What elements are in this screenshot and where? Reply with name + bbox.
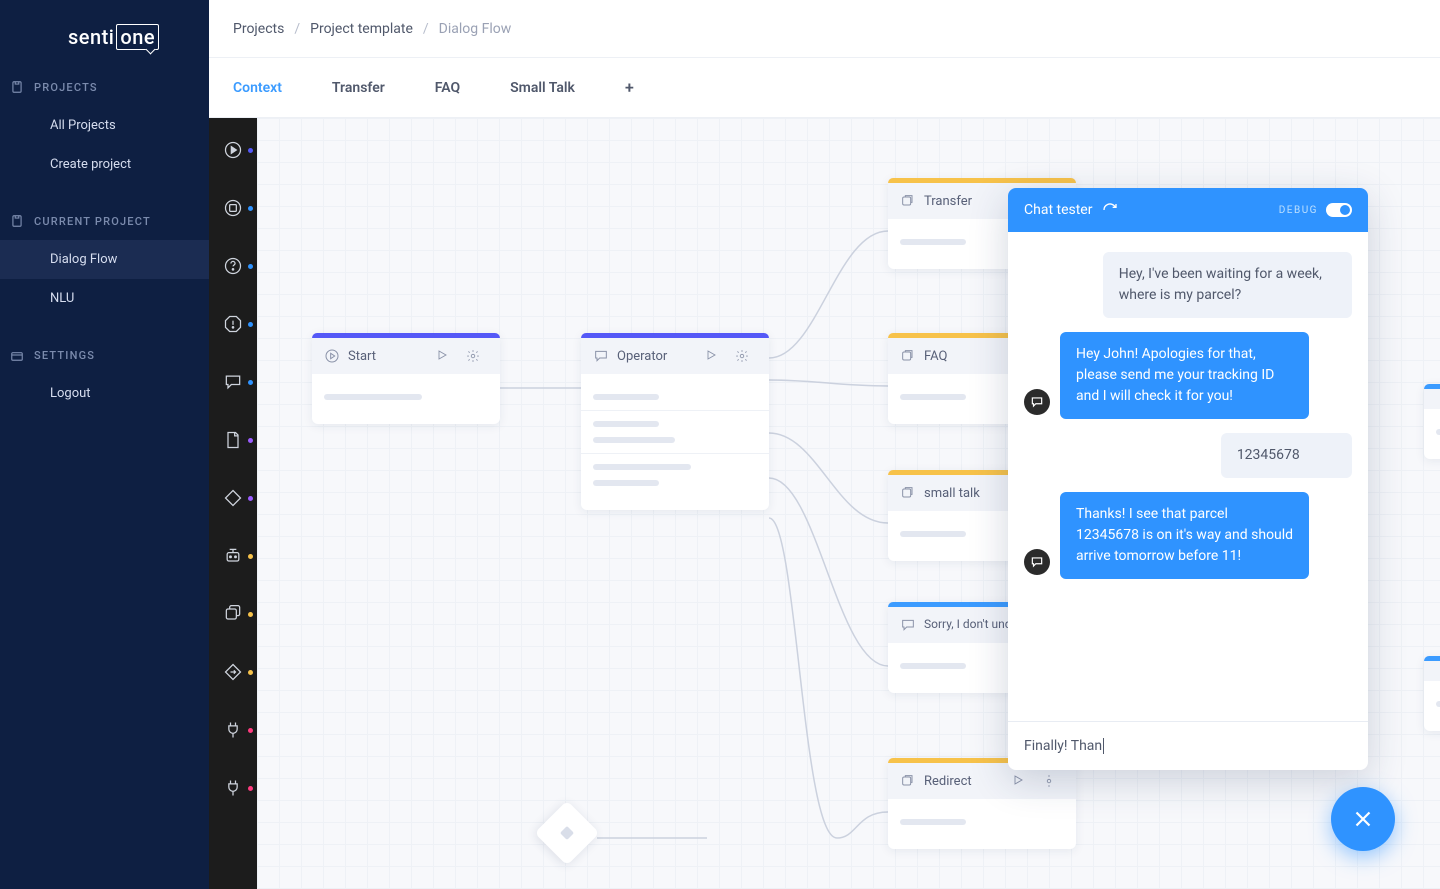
sidebar: sentione PROJECTS All Projects Create pr… [0,0,209,889]
stack-icon [900,485,916,501]
chat-msg-user: 12345678 [1221,433,1352,478]
node-title: Operator [617,349,705,364]
chat-msg-user: Hey, I've been waiting for a week, where… [1103,252,1352,318]
node-title: Redirect [924,774,1012,789]
tab-small-talk[interactable]: Small Talk [510,80,575,96]
gear-icon[interactable] [735,349,749,363]
close-icon [1350,806,1376,832]
crumb-template[interactable]: Project template [310,21,413,37]
decision-node[interactable] [534,800,599,865]
sidebar-item-nlu[interactable]: NLU [0,279,209,318]
node-redirect[interactable]: Redirect [888,758,1076,849]
play-icon[interactable] [436,349,448,361]
tool-decision[interactable] [221,486,245,510]
tabs: Context Transfer FAQ Small Talk + [209,58,1440,118]
section-current-project: CURRENT PROJECT [0,202,209,240]
stack-icon [900,348,916,364]
node-edge-1[interactable] [1424,384,1440,459]
bot-avatar-icon [1024,549,1050,575]
crumb-projects[interactable]: Projects [233,21,284,37]
tool-plug[interactable] [221,718,245,742]
chat-icon [900,617,916,633]
logo-right: one [116,24,159,50]
bot-avatar-icon [1024,389,1050,415]
node-edge-2[interactable] [1424,656,1440,731]
chat-body: Hey, I've been waiting for a week, where… [1008,232,1368,721]
section-projects: PROJECTS [0,68,209,106]
chat-msg-bot: Hey John! Apologies for that, please sen… [1060,332,1309,419]
chat-header: Chat tester DEBUG [1008,188,1368,232]
logo: sentione [0,0,209,50]
play-icon[interactable] [1012,774,1024,786]
debug-toggle[interactable] [1326,203,1352,217]
tab-transfer[interactable]: Transfer [332,80,385,96]
gear-icon[interactable] [466,349,480,363]
chat-tester-panel: Chat tester DEBUG Hey, I've been waiting… [1008,188,1368,770]
crumb-current: Dialog Flow [439,21,512,37]
toolbox [209,118,257,889]
gear-icon[interactable] [1042,774,1056,788]
chat-icon [593,348,609,364]
play-circle-icon [324,348,340,364]
debug-label: DEBUG [1279,205,1318,216]
refresh-icon[interactable] [1102,202,1118,218]
section-settings: SETTINGS [0,336,209,374]
node-start[interactable]: Start [312,333,500,424]
sidebar-item-all-projects[interactable]: All Projects [0,106,209,145]
stack-icon [900,773,916,789]
tool-run[interactable] [221,138,245,162]
tool-file[interactable] [221,428,245,452]
tool-context[interactable] [221,196,245,220]
tab-context[interactable]: Context [233,80,282,96]
node-title: Start [348,349,436,364]
tab-faq[interactable]: FAQ [435,80,460,96]
tool-plug2[interactable] [221,776,245,800]
tool-help[interactable] [221,254,245,278]
play-icon[interactable] [705,349,717,361]
stack-icon [900,193,916,209]
close-chat-button[interactable] [1331,787,1395,851]
sidebar-item-dialog-flow[interactable]: Dialog Flow [0,240,209,279]
tool-bot[interactable] [221,544,245,568]
sidebar-item-create-project[interactable]: Create project [0,145,209,184]
tab-add[interactable]: + [625,78,634,97]
chat-input[interactable]: Finally! Than [1008,721,1368,770]
tool-chat[interactable] [221,370,245,394]
breadcrumb: Projects / Project template / Dialog Flo… [209,0,1440,58]
sidebar-item-logout[interactable]: Logout [0,374,209,413]
tool-transfer[interactable] [221,660,245,684]
logo-left: senti [68,25,114,49]
node-operator[interactable]: Operator [581,333,769,510]
chat-msg-bot: Thanks! I see that parcel 12345678 is on… [1060,492,1309,579]
chat-title: Chat tester [1024,202,1092,218]
tool-stack[interactable] [221,602,245,626]
tool-error[interactable] [221,312,245,336]
